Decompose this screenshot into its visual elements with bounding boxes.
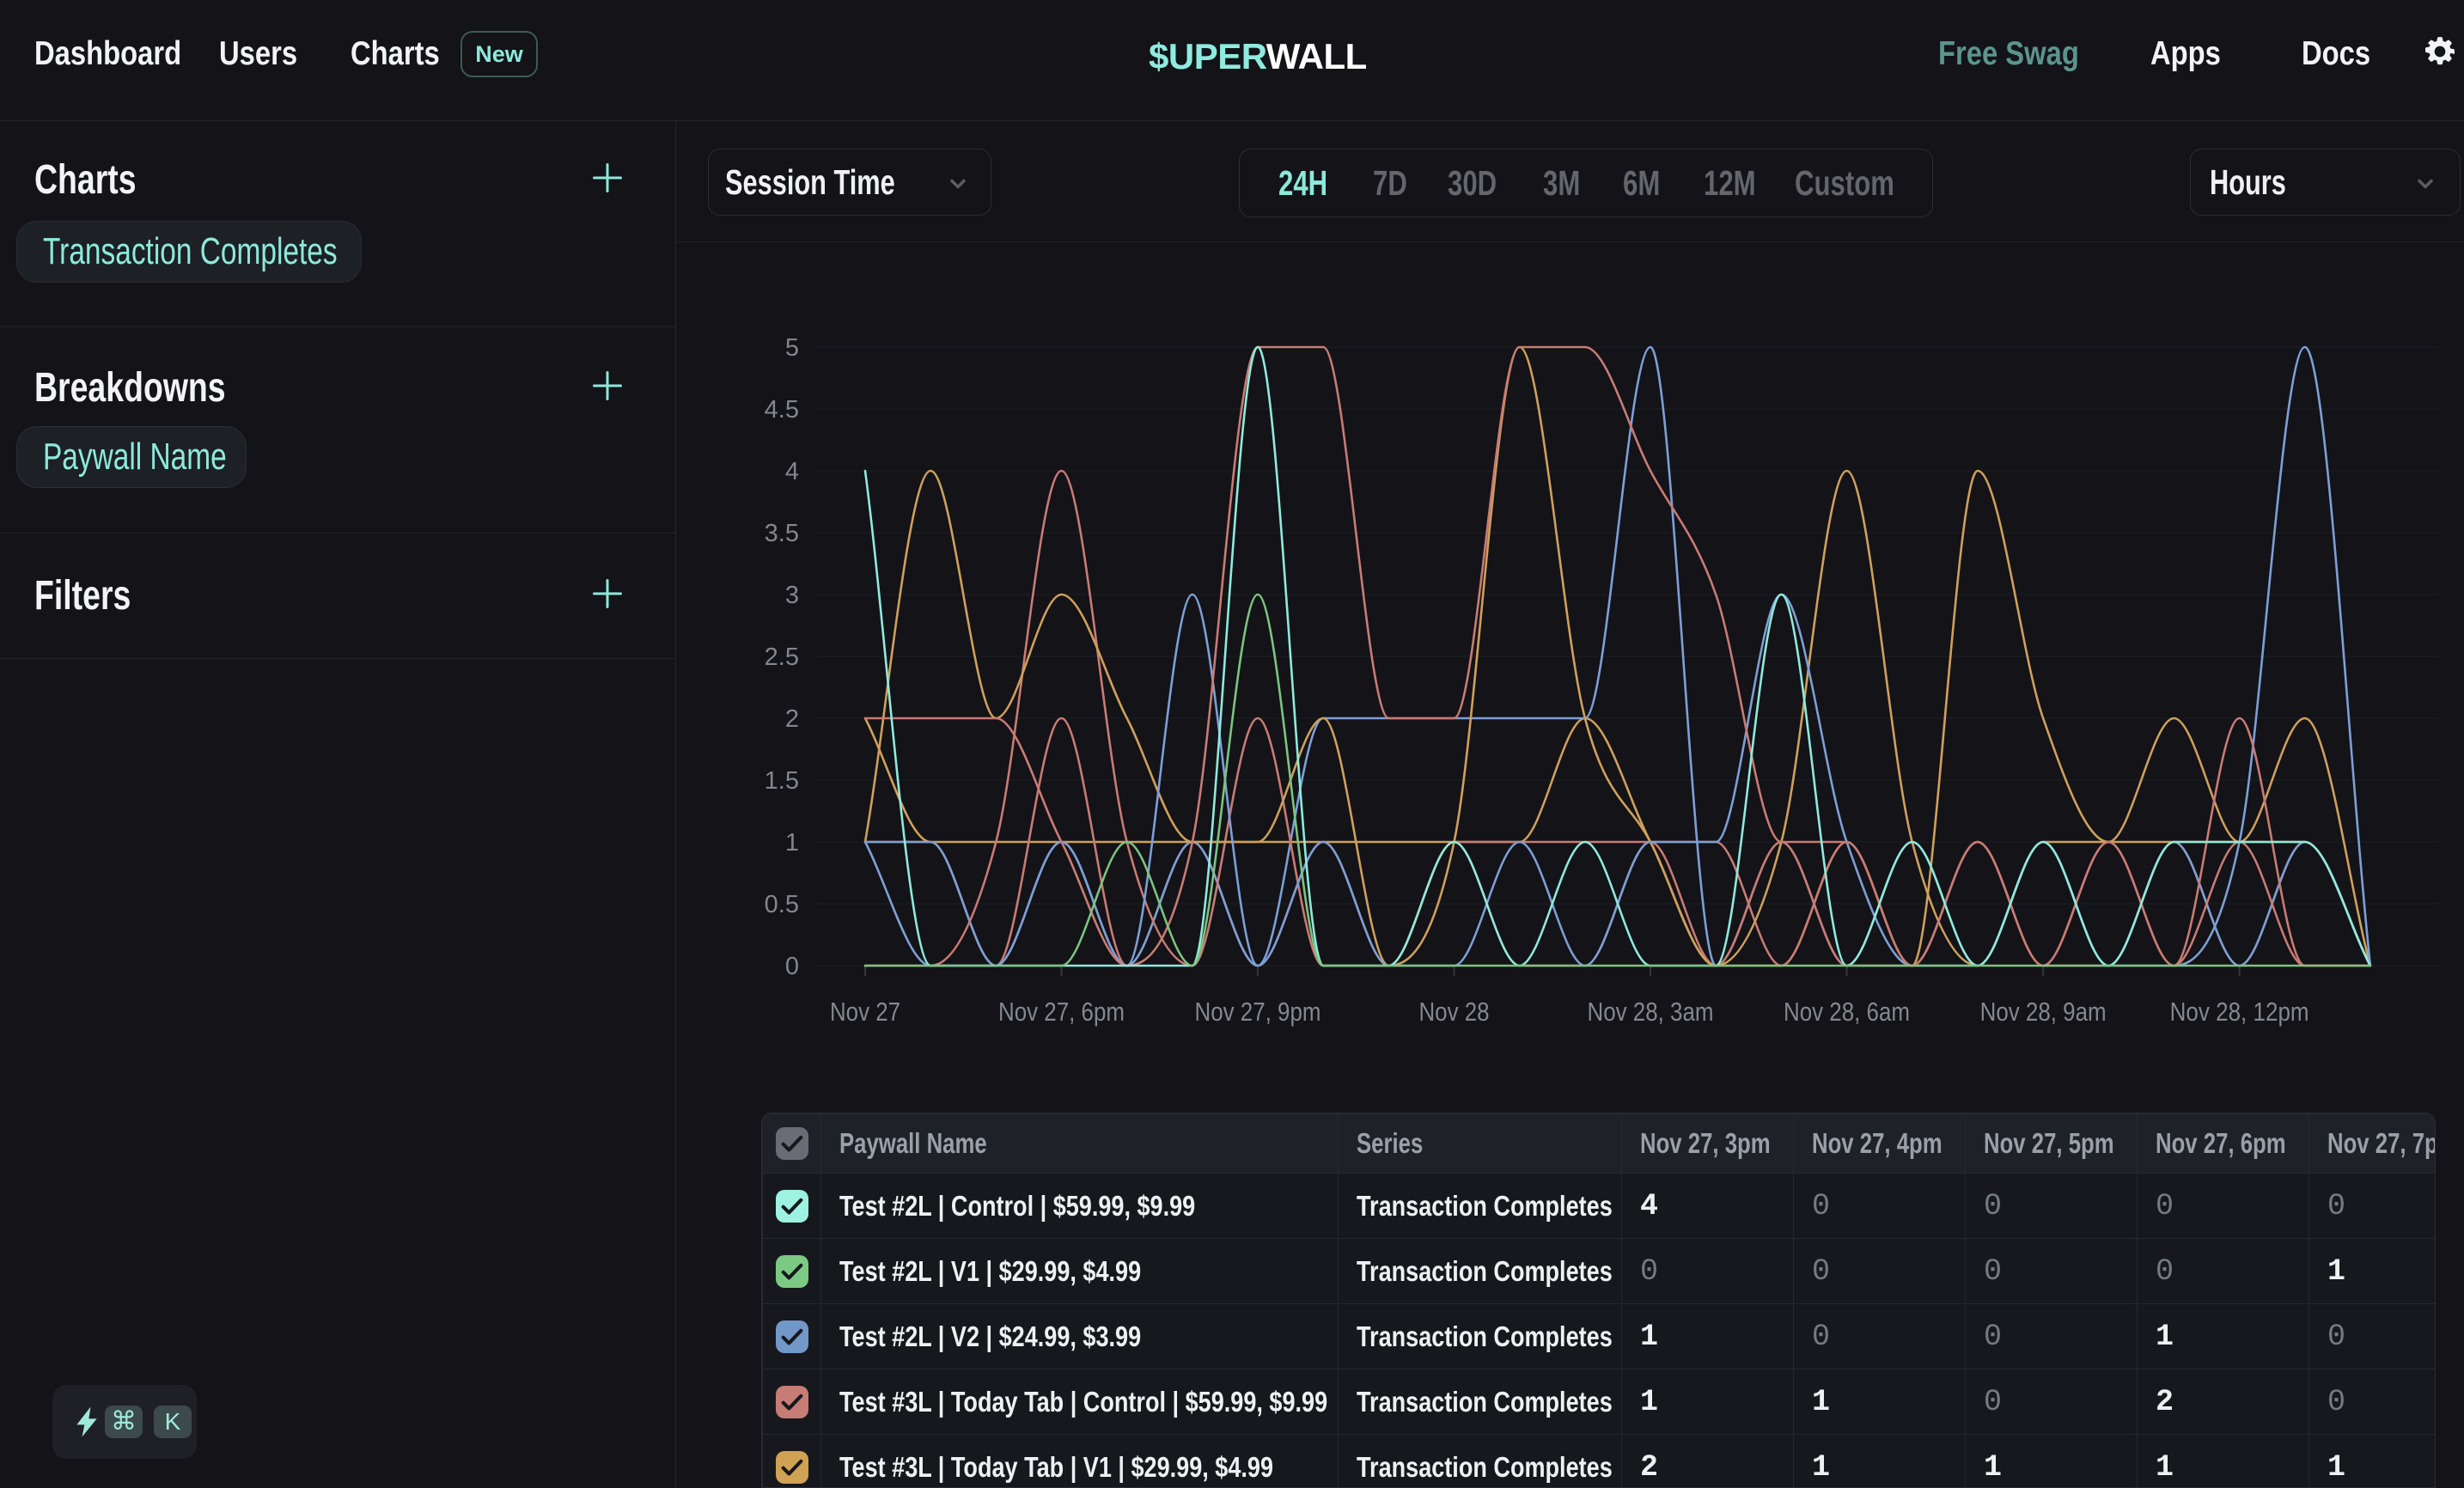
svg-text:3.5: 3.5 [765,520,799,547]
svg-text:4.5: 4.5 [765,396,799,424]
svg-text:2: 2 [785,705,799,733]
svg-text:5: 5 [785,334,799,362]
svg-text:Nov 28, 6am: Nov 28, 6am [1784,997,1910,1027]
svg-text:Nov 27: Nov 27 [830,997,900,1027]
svg-text:4: 4 [785,458,799,485]
svg-text:Nov 28: Nov 28 [1419,997,1490,1027]
svg-text:0.5: 0.5 [765,891,799,918]
svg-text:3: 3 [785,582,799,609]
svg-text:Nov 28, 3am: Nov 28, 3am [1588,997,1714,1027]
svg-text:1.5: 1.5 [765,767,799,795]
svg-text:0: 0 [785,953,799,980]
svg-text:2.5: 2.5 [765,643,799,671]
svg-text:1: 1 [785,829,799,857]
svg-text:Nov 27, 9pm: Nov 27, 9pm [1195,997,1321,1027]
svg-text:Nov 28, 9am: Nov 28, 9am [1980,997,2107,1027]
svg-text:Nov 27, 6pm: Nov 27, 6pm [998,997,1125,1027]
svg-text:Nov 28, 12pm: Nov 28, 12pm [2170,997,2309,1027]
